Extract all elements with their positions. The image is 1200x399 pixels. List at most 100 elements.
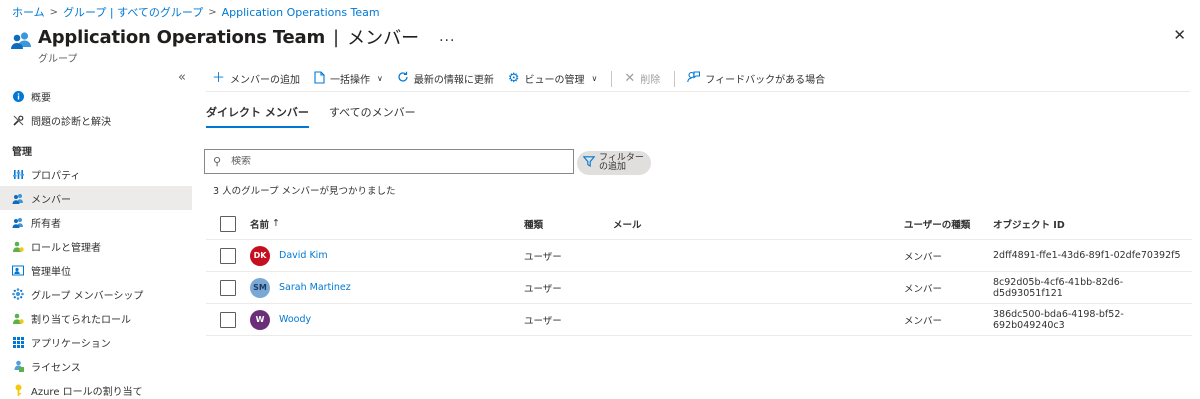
sidebar-item-assigned-roles[interactable]: 割り当てられたロール xyxy=(0,306,192,330)
sidebar: « 概要 問題の診断と解決 管理 プロパティ メンバー 所有者 ロールと管理者 … xyxy=(0,70,192,399)
tab-all-members[interactable]: すべてのメンバー xyxy=(329,104,416,128)
table-row[interactable]: DK David Kim ユーザー メンバー 2dff4891-ffe1-43d… xyxy=(206,240,1192,272)
member-object-id: 8c92d05b-4cf6-41bb-82d6-d5d93051f121 xyxy=(993,276,1124,299)
breadcrumb-separator: > xyxy=(208,6,217,18)
feedback-icon xyxy=(687,71,701,86)
sidebar-item-applications[interactable]: アプリケーション xyxy=(0,330,192,354)
member-name-link[interactable]: David Kim xyxy=(279,250,328,261)
sidebar-item-properties[interactable]: プロパティ xyxy=(0,162,192,186)
sidebar-item-label: ライセンス xyxy=(31,362,81,374)
breadcrumb-groups[interactable]: グループ | すべてのグループ xyxy=(63,4,203,20)
feedback-label: フィードバックがある場合 xyxy=(705,75,826,86)
sidebar-item-label: アプリケーション xyxy=(31,338,111,350)
sidebar-item-azure-role-assignments[interactable]: Azure ロールの割り当て xyxy=(0,378,192,399)
page-header: Application Operations Team | メンバー ... グ… xyxy=(10,24,455,65)
refresh-button[interactable]: 最新の情報に更新 xyxy=(391,71,502,86)
group-membership-icon xyxy=(12,288,24,300)
sidebar-item-label: 割り当てられたロール xyxy=(31,314,131,326)
apps-grid-icon xyxy=(12,336,24,348)
sidebar-item-group-membership[interactable]: グループ メンバーシップ xyxy=(0,282,192,306)
member-name-link[interactable]: Woody xyxy=(279,314,311,325)
title-separator: | xyxy=(333,26,340,48)
add-member-button[interactable]: ＋ メンバーの追加 xyxy=(206,71,308,86)
row-checkbox[interactable] xyxy=(220,311,236,328)
owners-icon xyxy=(12,216,24,228)
command-bar: ＋ メンバーの追加 一括操作 ∨ 最新の情報に更新 ⚙ ビューの管理 ∨ ✕ 削… xyxy=(206,66,1190,92)
toolbar-divider xyxy=(611,70,613,87)
sidebar-item-label: 問題の診断と解決 xyxy=(31,116,111,128)
member-tabs: ダイレクト メンバー すべてのメンバー xyxy=(206,104,416,128)
search-icon: ⚲ xyxy=(213,155,222,168)
table-header-row: 名前 ↑ 種類 メール ユーザーの種類 オブジェクト ID xyxy=(206,208,1192,240)
member-name-link[interactable]: Sarah Martinez xyxy=(279,282,351,293)
breadcrumb-current-group[interactable]: Application Operations Team xyxy=(222,6,380,19)
add-filter-button[interactable]: フィルターの追加 xyxy=(577,151,651,175)
refresh-icon xyxy=(397,71,409,86)
column-header-user-type[interactable]: ユーザーの種類 xyxy=(904,217,993,231)
key-icon xyxy=(12,384,24,396)
delete-label: 削除 xyxy=(640,75,661,86)
column-header-mail[interactable]: メール xyxy=(613,217,904,231)
tab-direct-members[interactable]: ダイレクト メンバー xyxy=(206,104,309,128)
breadcrumb: ホーム > グループ | すべてのグループ > Application Oper… xyxy=(12,4,380,20)
sort-ascending-icon: ↑ xyxy=(272,218,280,229)
chevron-down-icon: ∨ xyxy=(591,74,598,83)
bulk-operations-button[interactable]: 一括操作 ∨ xyxy=(308,70,391,87)
add-member-label: メンバーの追加 xyxy=(230,75,301,86)
table-row[interactable]: SM Sarah Martinez ユーザー メンバー 8c92d05b-4cf… xyxy=(206,272,1192,304)
breadcrumb-home[interactable]: ホーム xyxy=(12,4,45,20)
sidebar-item-label: プロパティ xyxy=(31,170,81,182)
toolbar-divider xyxy=(674,70,676,87)
table-row[interactable]: W Woody ユーザー メンバー 386dc500-bda6-4198-bf5… xyxy=(206,304,1192,336)
member-object-id: 386dc500-bda6-4198-bf52-692b049240c3 xyxy=(993,308,1124,331)
column-header-name[interactable]: 名前 ↑ xyxy=(250,217,524,231)
column-header-object-id[interactable]: オブジェクト ID xyxy=(993,217,1192,231)
collapse-sidebar-icon[interactable]: « xyxy=(178,70,186,85)
assigned-roles-icon xyxy=(12,312,24,324)
refresh-label: 最新の情報に更新 xyxy=(413,75,494,86)
feedback-button[interactable]: フィードバックがある場合 xyxy=(681,71,833,86)
member-type: ユーザー xyxy=(524,251,562,263)
sidebar-item-label: ロールと管理者 xyxy=(31,242,101,254)
member-object-id: 2dff4891-ffe1-43d6-89f1-02dfe70392f5 xyxy=(993,250,1181,261)
manage-view-button[interactable]: ⚙ ビューの管理 ∨ xyxy=(502,71,606,86)
sidebar-item-licenses[interactable]: ライセンス xyxy=(0,354,192,378)
plus-icon: ＋ xyxy=(212,71,226,86)
column-header-type[interactable]: 種類 xyxy=(524,217,613,231)
close-icon[interactable]: ✕ xyxy=(1173,26,1186,44)
row-checkbox[interactable] xyxy=(220,279,236,296)
wrench-icon xyxy=(12,114,24,126)
search-box[interactable]: ⚲ xyxy=(204,149,574,174)
bulk-operations-label: 一括操作 xyxy=(330,75,371,86)
member-type: ユーザー xyxy=(524,283,562,295)
page-title: Application Operations Team xyxy=(38,26,326,48)
sidebar-section-manage: 管理 xyxy=(12,146,32,158)
roles-icon xyxy=(12,240,24,252)
avatar: W xyxy=(250,309,270,330)
row-checkbox[interactable] xyxy=(220,247,236,264)
avatar: SM xyxy=(250,277,270,298)
sidebar-item-label: グループ メンバーシップ xyxy=(31,290,144,302)
members-icon xyxy=(12,192,24,204)
sidebar-item-label: 管理単位 xyxy=(31,266,71,278)
document-icon xyxy=(314,70,325,87)
add-filter-label: フィルターの追加 xyxy=(599,153,644,172)
sidebar-item-overview[interactable]: 概要 xyxy=(0,84,192,108)
sidebar-item-diagnose[interactable]: 問題の診断と解決 xyxy=(0,108,192,132)
sidebar-item-label: 所有者 xyxy=(31,218,61,230)
sidebar-item-admin-units[interactable]: 管理単位 xyxy=(0,258,192,282)
sidebar-item-label: Azure ロールの割り当て xyxy=(31,386,143,398)
member-user-type: メンバー xyxy=(904,315,943,327)
sidebar-item-members[interactable]: メンバー xyxy=(0,186,192,210)
filter-icon xyxy=(582,156,596,170)
more-options-button[interactable]: ... xyxy=(439,29,455,45)
sidebar-item-label: メンバー xyxy=(31,194,71,206)
sidebar-item-roles[interactable]: ロールと管理者 xyxy=(0,234,192,258)
search-input[interactable] xyxy=(231,156,532,167)
manage-view-label: ビューの管理 xyxy=(524,75,585,86)
delete-button[interactable]: ✕ 削除 xyxy=(618,71,668,86)
avatar: DK xyxy=(250,245,270,266)
breadcrumb-separator: > xyxy=(49,6,59,18)
sidebar-item-owners[interactable]: 所有者 xyxy=(0,210,192,234)
select-all-checkbox[interactable] xyxy=(220,215,236,232)
